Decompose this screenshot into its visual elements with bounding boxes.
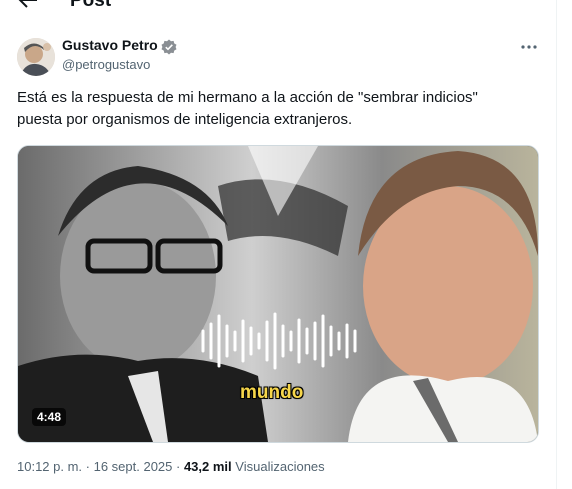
tweet-text: Está es la respuesta de mi hermano a la … bbox=[17, 87, 537, 131]
video-player[interactable]: mundo 4:48 bbox=[17, 145, 539, 443]
video-duration-badge: 4:48 bbox=[32, 408, 67, 426]
post-meta: 10:12 p. m. · 16 sept. 2025 · 43,2 mil V… bbox=[17, 459, 325, 474]
top-bar: Post bbox=[0, 0, 556, 14]
author-name[interactable]: Gustavo Petro bbox=[62, 37, 158, 53]
post-timestamp[interactable]: 10:12 p. m. · 16 sept. 2025 bbox=[17, 459, 172, 474]
avatar[interactable] bbox=[17, 38, 55, 76]
views-count: 43,2 mil bbox=[183, 459, 232, 474]
verified-badge-icon bbox=[161, 39, 177, 55]
views-label: Visualizaciones bbox=[235, 459, 325, 474]
page-title: Post bbox=[70, 0, 112, 11]
post-detail-panel: Post Gustavo Petro @petrogustavo Está es… bbox=[0, 0, 557, 489]
author-handle[interactable]: @petrogustavo bbox=[62, 57, 150, 72]
meta-separator: · bbox=[172, 459, 184, 474]
tweet-text-line: puesta por organismos de inteligencia ex… bbox=[17, 111, 353, 128]
more-horizontal-icon[interactable] bbox=[520, 40, 538, 54]
tweet-text-line: Está es la respuesta de mi hermano a la … bbox=[17, 89, 478, 106]
arrow-left-icon[interactable] bbox=[18, 0, 38, 8]
video-caption: mundo bbox=[240, 382, 304, 403]
